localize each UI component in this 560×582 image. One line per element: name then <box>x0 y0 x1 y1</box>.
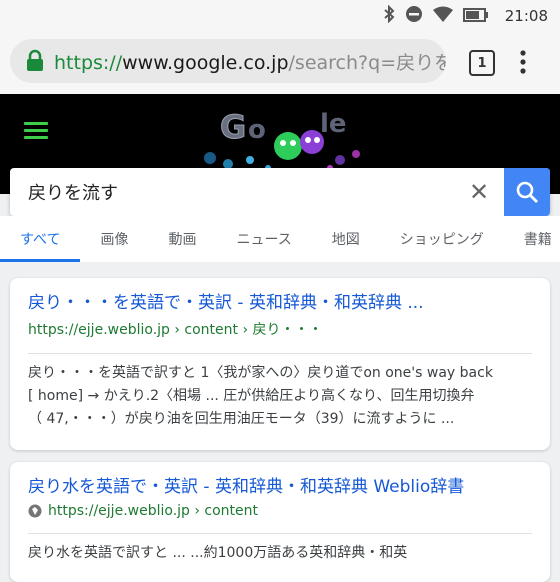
result-snippet: 戻り・・・を英語で訳すと 1〈我が家への〉戻り道でon one's way ba… <box>10 354 550 431</box>
url-path: /search?q=戻りを流す <box>288 51 446 74</box>
status-bar: 21:08 <box>0 0 560 32</box>
result-title-link[interactable]: 戻り水を英語で・英訳 - 英和辞典・和英辞典 Weblio辞書 <box>10 462 550 497</box>
search-icon <box>516 181 538 203</box>
tab-all[interactable]: すべて <box>0 216 81 262</box>
tab-books[interactable]: 書籍 <box>504 216 560 262</box>
tab-switcher-button[interactable]: 1 <box>469 50 495 76</box>
tab-videos[interactable]: 動画 <box>148 216 216 262</box>
result-snippet: 戻り水を英語で訳すと ... ...約1000万語ある英和辞典・和英 <box>10 534 550 565</box>
result-url[interactable]: https://ejje.weblio.jp › content <box>10 497 550 519</box>
tab-images[interactable]: 画像 <box>80 216 148 262</box>
snippet-line: 戻り・・・を英語で訳すと 1〈我が家への〉戻り道でon one's way ba… <box>28 365 493 381</box>
search-result-card: 戻り・・・を英語で・英訳 - 英和辞典・和英辞典 ... https://ejj… <box>10 278 550 450</box>
tab-news[interactable]: ニュース <box>216 216 311 262</box>
url-bar[interactable]: https://www.google.co.jp/search?q=戻りを流す <box>10 39 446 83</box>
result-url-text: https://ejje.weblio.jp › content <box>48 503 259 519</box>
svg-text:G: G <box>220 108 246 146</box>
snippet-line: （ 47,・・・）が戻り油を回生用油圧モータ（39）に流すように ... <box>28 411 455 427</box>
url-scheme: https:// <box>54 51 123 74</box>
wifi-icon <box>432 6 453 26</box>
tab-maps[interactable]: 地図 <box>312 216 380 262</box>
search-result-card: 戻り水を英語で・英訳 - 英和辞典・和英辞典 Weblio辞書 https://… <box>10 462 550 582</box>
url-text: https://www.google.co.jp/search?q=戻りを流す <box>54 48 446 75</box>
clear-icon[interactable]: ✕ <box>454 178 504 206</box>
result-title-link[interactable]: 戻り・・・を英語で・英訳 - 英和辞典・和英辞典 ... <box>10 278 550 313</box>
site-favicon-icon <box>28 504 42 518</box>
snippet-line: 戻り水を英語で訳すと ... ...約1000万語ある英和辞典・和英 <box>28 545 408 561</box>
svg-text:o: o <box>248 115 266 145</box>
tab-shopping[interactable]: ショッピング <box>380 216 504 262</box>
lock-icon <box>22 48 48 74</box>
browser-toolbar: https://www.google.co.jp/search?q=戻りを流す … <box>0 32 560 94</box>
more-menu-icon[interactable] <box>518 48 528 76</box>
svg-text:le: le <box>320 109 347 139</box>
search-box[interactable]: 戻りを流す ✕ <box>10 168 550 216</box>
search-tabs: すべて 画像 動画 ニュース 地図 ショッピング 書籍 <box>0 216 560 262</box>
bluetooth-icon <box>383 4 395 27</box>
url-domain: www.google.co.jp <box>122 51 289 74</box>
hamburger-menu-icon[interactable] <box>24 122 48 140</box>
do-not-disturb-icon <box>405 5 423 27</box>
snippet-line: [ home] → かえり.2〈相場 ... 圧が供給圧より高くなり、回生用切換… <box>28 388 475 404</box>
clock: 21:08 <box>504 7 548 25</box>
search-button[interactable] <box>504 168 550 216</box>
battery-icon <box>462 7 489 26</box>
result-url[interactable]: https://ejje.weblio.jp › content › 戻り・・・ <box>10 313 550 339</box>
google-doodle-logo[interactable]: G o le <box>190 98 370 178</box>
search-input[interactable]: 戻りを流す <box>28 179 454 205</box>
result-url-text: https://ejje.weblio.jp › content › 戻り・・・ <box>28 322 323 338</box>
